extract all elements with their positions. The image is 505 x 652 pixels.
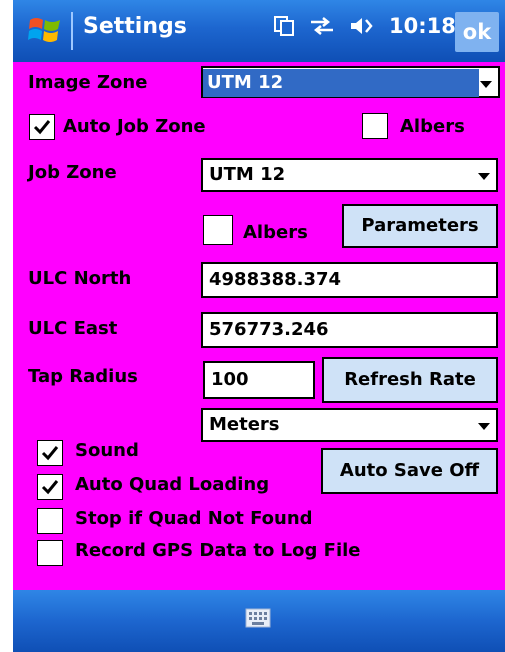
albers-mid-label: Albers [243, 222, 308, 243]
sound-label: Sound [75, 440, 139, 461]
checkmark-icon [41, 480, 59, 495]
auto-save-button[interactable]: Auto Save Off [321, 448, 498, 494]
auto-quad-loading-checkbox[interactable] [37, 474, 63, 500]
image-zone-label: Image Zone [28, 72, 148, 93]
job-zone-label: Job Zone [28, 162, 117, 183]
ok-button[interactable]: ok [455, 12, 499, 52]
auto-quad-loading-label: Auto Quad Loading [75, 474, 270, 495]
windows-flag-icon[interactable] [27, 12, 63, 48]
parameters-button[interactable]: Parameters [342, 204, 498, 248]
tap-radius-input[interactable]: 100 [203, 361, 315, 399]
albers-top-label: Albers [400, 116, 465, 137]
units-dropdown[interactable]: Meters [201, 408, 498, 442]
tap-radius-label: Tap Radius [28, 366, 138, 387]
albers-top-checkbox[interactable] [362, 113, 388, 139]
ulc-east-input[interactable]: 576773.246 [201, 312, 498, 348]
image-zone-value: UTM 12 [203, 69, 480, 97]
job-zone-value: UTM 12 [209, 164, 286, 185]
title-bar: Settings 10:18 ok [13, 0, 505, 62]
checkmark-icon [41, 446, 59, 461]
bottom-bar [13, 590, 505, 652]
ulc-north-input[interactable]: 4988388.374 [201, 262, 498, 298]
refresh-rate-button[interactable]: Refresh Rate [322, 357, 498, 403]
units-value: Meters [209, 414, 280, 435]
title-separator [71, 12, 73, 50]
sync-icon[interactable] [273, 15, 295, 37]
ulc-east-label: ULC East [28, 318, 118, 339]
clock[interactable]: 10:18 [389, 14, 456, 38]
checkmark-icon [33, 120, 51, 135]
stop-if-quad-not-found-label: Stop if Quad Not Found [75, 508, 313, 529]
chevron-down-icon [478, 173, 490, 180]
stop-if-quad-not-found-checkbox[interactable] [37, 508, 63, 534]
job-zone-dropdown[interactable]: UTM 12 [201, 158, 498, 192]
albers-mid-checkbox[interactable] [203, 215, 233, 245]
record-gps-checkbox[interactable] [37, 540, 63, 566]
connectivity-icon[interactable] [309, 15, 335, 37]
chevron-down-icon [480, 81, 492, 88]
image-zone-dropdown[interactable]: UTM 12 [201, 66, 500, 98]
chevron-down-icon [478, 423, 490, 430]
auto-job-zone-checkbox[interactable] [29, 114, 55, 140]
keyboard-icon[interactable] [245, 608, 271, 628]
volume-icon[interactable] [349, 15, 375, 37]
page-title: Settings [83, 14, 187, 39]
sound-checkbox[interactable] [37, 440, 63, 466]
auto-job-zone-label: Auto Job Zone [63, 116, 206, 137]
ulc-north-label: ULC North [28, 268, 132, 289]
status-icons: 10:18 [273, 14, 456, 38]
record-gps-label: Record GPS Data to Log File [75, 540, 361, 561]
settings-screen: Settings 10:18 ok Image Zone UTM 12 Auto… [13, 0, 505, 652]
